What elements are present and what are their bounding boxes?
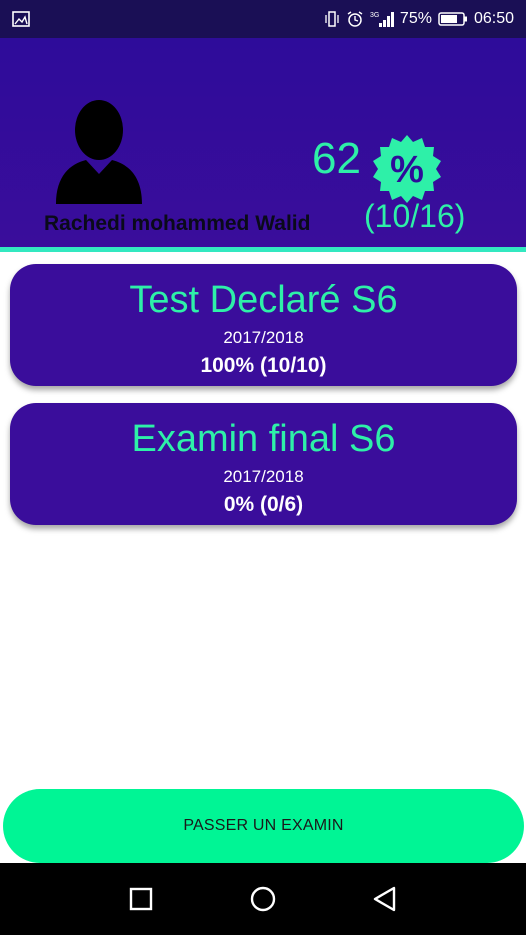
back-icon[interactable]	[365, 879, 405, 919]
alarm-icon	[346, 10, 364, 28]
recents-icon[interactable]	[121, 879, 161, 919]
network-label: 3G	[370, 12, 379, 19]
score-fraction: (10/16)	[364, 198, 466, 234]
status-left	[12, 11, 30, 27]
signal-icon: 3G	[370, 10, 394, 28]
percent-symbol: %	[390, 149, 424, 191]
card-year: 2017/2018	[223, 467, 304, 486]
exam-card[interactable]: Examin final S6 2017/2018 0% (0/6)	[10, 403, 517, 525]
take-exam-button[interactable]: PASSER UN EXAMIN	[3, 789, 524, 863]
exam-card[interactable]: Test Declaré S6 2017/2018 100% (10/10)	[10, 264, 517, 386]
vibrate-icon	[324, 10, 340, 28]
profile-header: Rachedi mohammed Walid 62 % (10/16)	[0, 38, 526, 252]
status-right: 3G 75% 06:50	[324, 10, 514, 28]
battery-icon	[438, 12, 468, 26]
navigation-bar	[0, 863, 526, 935]
clock: 06:50	[473, 10, 514, 27]
battery-percent: 75%	[399, 10, 432, 27]
card-year: 2017/2018	[223, 328, 304, 347]
status-bar: 3G 75% 06:50	[0, 0, 526, 38]
score-percent: 62	[312, 134, 361, 183]
card-title: Test Declaré S6	[129, 279, 398, 321]
home-icon[interactable]	[243, 879, 283, 919]
user-name: Rachedi mohammed Walid	[44, 212, 311, 235]
percent-badge-icon: %	[372, 134, 442, 204]
avatar-icon	[52, 96, 146, 206]
image-icon	[12, 11, 30, 27]
card-score: 100% (10/10)	[200, 354, 327, 377]
card-score: 0% (0/6)	[223, 493, 304, 516]
card-title: Examin final S6	[131, 418, 396, 460]
